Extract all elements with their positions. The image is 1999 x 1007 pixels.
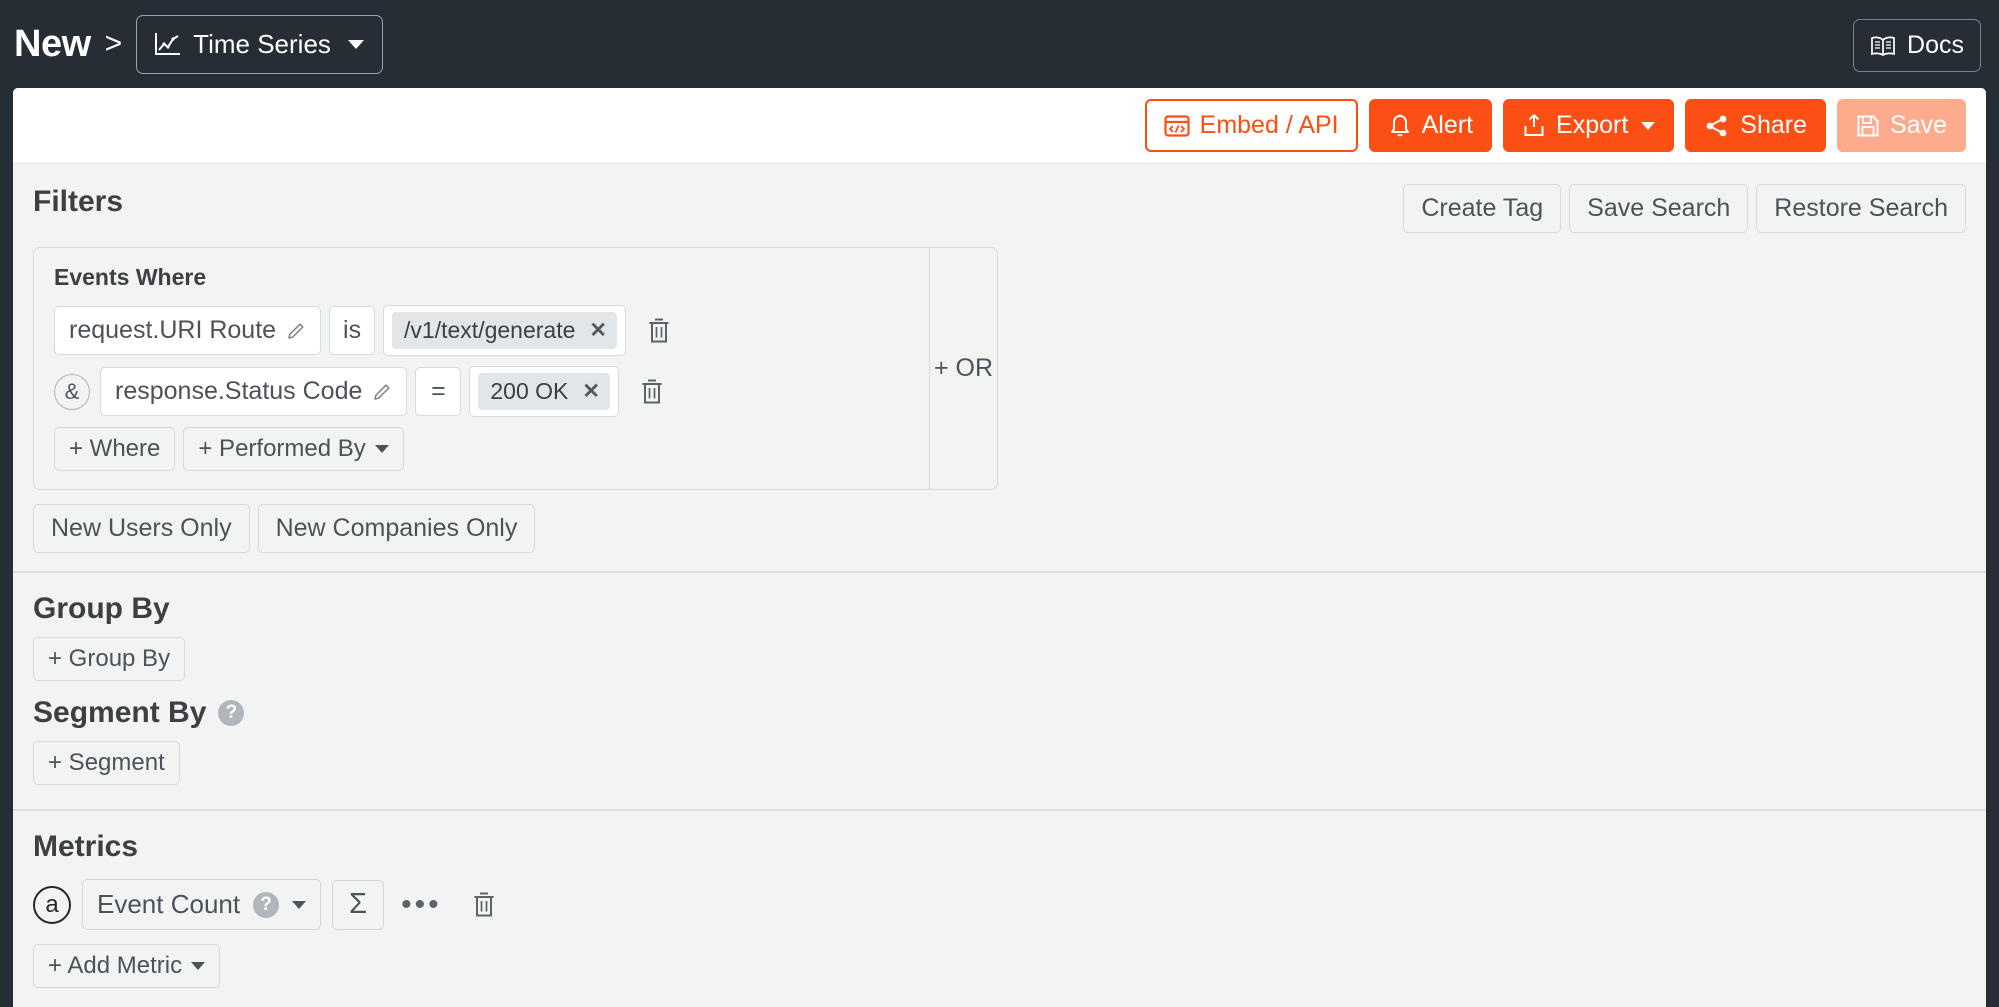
- save-label: Save: [1890, 111, 1947, 140]
- filter-operator-select[interactable]: is: [329, 306, 375, 355]
- embed-api-button[interactable]: Embed / API: [1145, 99, 1358, 152]
- docs-label: Docs: [1907, 31, 1964, 60]
- upload-box-icon: [1522, 113, 1546, 138]
- share-label: Share: [1740, 111, 1807, 140]
- line-chart-icon: [154, 31, 182, 57]
- share-nodes-icon: [1704, 114, 1730, 138]
- add-segment-button[interactable]: + Segment: [33, 741, 180, 785]
- metric-name-select[interactable]: Event Count ?: [82, 879, 321, 930]
- metric-name-label: Event Count: [97, 889, 240, 920]
- filter-toggles: New Users Only New Companies Only: [33, 504, 1966, 571]
- chevron-down-icon: [191, 962, 205, 970]
- filter-value-label: 200 OK: [490, 378, 568, 405]
- save-button[interactable]: Save: [1837, 99, 1966, 152]
- metric-badge: a: [33, 886, 71, 924]
- close-icon[interactable]: ✕: [589, 318, 607, 343]
- filter-add-buttons: + Where + Performed By: [54, 427, 909, 471]
- filters-section: Filters Create Tag Save Search Restore S…: [13, 164, 1986, 571]
- create-tag-button[interactable]: Create Tag: [1403, 184, 1561, 233]
- pencil-icon[interactable]: [372, 382, 392, 402]
- add-or-group-button[interactable]: + OR: [929, 248, 997, 489]
- code-window-icon: [1164, 114, 1190, 138]
- export-label: Export: [1556, 111, 1628, 140]
- save-search-button[interactable]: Save Search: [1569, 184, 1748, 233]
- group-segment-section: Group By + Group By Segment By ? + Segme…: [13, 573, 1986, 809]
- add-group-by-button[interactable]: + Group By: [33, 637, 185, 681]
- metric-row: a Event Count ? Σ •••: [33, 879, 1966, 930]
- visualization-type-dropdown[interactable]: Time Series: [136, 15, 383, 74]
- add-metric-label: + Add Metric: [48, 952, 182, 980]
- pencil-icon[interactable]: [286, 321, 306, 341]
- filter-value-label: /v1/text/generate: [404, 317, 575, 344]
- filter-value-chip: /v1/text/generate ✕: [392, 312, 617, 349]
- floppy-disk-icon: [1856, 114, 1880, 138]
- events-where-body: Events Where request.URI Route is: [34, 248, 929, 489]
- trash-icon[interactable]: [646, 316, 672, 346]
- restore-search-button[interactable]: Restore Search: [1756, 184, 1966, 233]
- add-performed-by-label: + Performed By: [198, 435, 365, 463]
- new-users-only-toggle[interactable]: New Users Only: [33, 504, 250, 553]
- embed-api-label: Embed / API: [1200, 111, 1339, 140]
- add-metric-button[interactable]: + Add Metric: [33, 944, 220, 988]
- bell-icon: [1388, 113, 1412, 138]
- metrics-section: Metrics a Event Count ? Σ •••: [13, 811, 1986, 994]
- metrics-title: Metrics: [33, 829, 1966, 865]
- add-where-button[interactable]: + Where: [54, 427, 175, 471]
- filters-actions: Create Tag Save Search Restore Search: [1403, 184, 1966, 233]
- export-button[interactable]: Export: [1503, 99, 1674, 152]
- breadcrumb-root: New: [14, 25, 91, 63]
- trash-icon[interactable]: [639, 377, 665, 407]
- new-companies-only-toggle[interactable]: New Companies Only: [258, 504, 536, 553]
- chevron-down-icon: [348, 40, 364, 49]
- alert-label: Alert: [1422, 111, 1473, 140]
- filter-property-label: request.URI Route: [69, 316, 276, 345]
- trash-icon[interactable]: [471, 890, 497, 920]
- add-performed-by-button[interactable]: + Performed By: [183, 427, 403, 471]
- filter-operator-select[interactable]: =: [415, 367, 461, 416]
- share-button[interactable]: Share: [1685, 99, 1826, 152]
- group-by-title: Group By: [33, 591, 1966, 627]
- chevron-down-icon: [375, 445, 389, 453]
- filter-property-select[interactable]: request.URI Route: [54, 306, 321, 355]
- query-builder-body: Filters Create Tag Save Search Restore S…: [13, 164, 1986, 1007]
- filter-row: & response.Status Code =: [54, 366, 909, 417]
- filter-value-box[interactable]: 200 OK ✕: [469, 366, 619, 417]
- metric-aggregate-button[interactable]: Σ: [332, 880, 384, 930]
- app-header: New > Time Series Docs: [0, 0, 1999, 88]
- question-mark-icon[interactable]: ?: [253, 892, 279, 918]
- chevron-down-icon: [1641, 122, 1655, 130]
- docs-button[interactable]: Docs: [1853, 19, 1981, 72]
- chevron-down-icon: [292, 901, 306, 909]
- metric-more-options-button[interactable]: •••: [401, 888, 442, 922]
- book-icon: [1870, 35, 1896, 57]
- events-where-title: Events Where: [54, 264, 909, 291]
- filter-conjunction-toggle[interactable]: &: [54, 374, 90, 410]
- events-where-card: Events Where request.URI Route is: [33, 247, 998, 490]
- close-icon[interactable]: ✕: [582, 379, 600, 404]
- filter-value-chip: 200 OK ✕: [478, 373, 610, 410]
- filter-property-select[interactable]: response.Status Code: [100, 367, 407, 416]
- visualization-type-label: Time Series: [193, 29, 331, 60]
- action-toolbar: Embed / API Alert Export: [13, 88, 1986, 164]
- alert-button[interactable]: Alert: [1369, 99, 1492, 152]
- filter-property-label: response.Status Code: [115, 377, 362, 406]
- breadcrumb-separator: >: [105, 29, 123, 59]
- main-panel: Embed / API Alert Export: [13, 88, 1986, 1007]
- filter-row: request.URI Route is /v1/text/generate: [54, 305, 909, 356]
- segment-by-title: Segment By: [33, 695, 206, 731]
- filter-value-box[interactable]: /v1/text/generate ✕: [383, 305, 626, 356]
- filters-title: Filters: [33, 184, 123, 220]
- question-mark-icon[interactable]: ?: [218, 700, 244, 726]
